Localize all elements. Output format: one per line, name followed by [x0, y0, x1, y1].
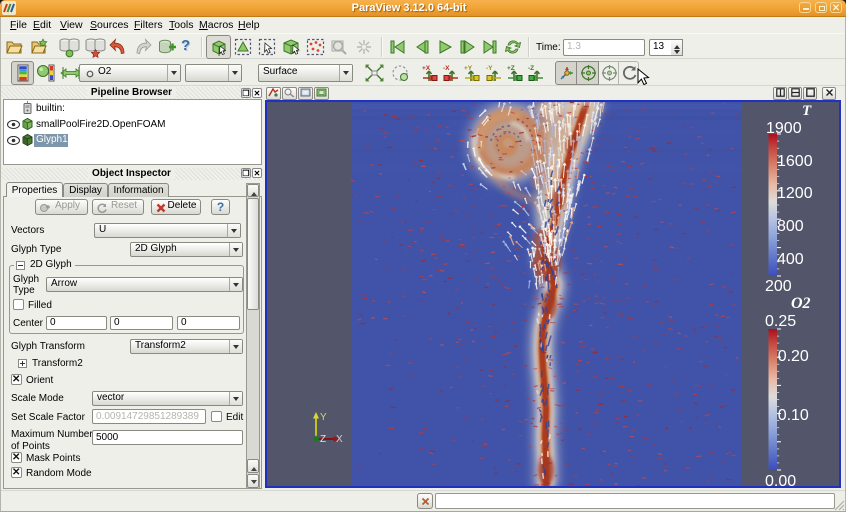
svg-text:T: T — [802, 103, 812, 119]
svg-text:O2: O2 — [791, 295, 811, 312]
svg-text:-Y: -Y — [486, 65, 493, 72]
svg-text:0.25: 0.25 — [765, 313, 796, 330]
svg-text:-Z: -Z — [528, 65, 534, 72]
svg-text:1900: 1900 — [766, 120, 802, 137]
svg-text:1600: 1600 — [777, 153, 813, 170]
svg-text:1200: 1200 — [777, 185, 813, 202]
svg-text:0.00: 0.00 — [765, 473, 796, 488]
svg-text:Y: Y — [320, 412, 327, 423]
svg-text:0.10: 0.10 — [778, 407, 809, 424]
svg-text:400: 400 — [777, 251, 804, 268]
svg-text:-X: -X — [443, 65, 450, 72]
svg-text:X: X — [336, 434, 343, 445]
svg-text:800: 800 — [777, 218, 804, 235]
svg-text:0.20: 0.20 — [778, 348, 809, 365]
svg-text:Z: Z — [320, 434, 326, 445]
svg-text:200: 200 — [765, 278, 792, 295]
